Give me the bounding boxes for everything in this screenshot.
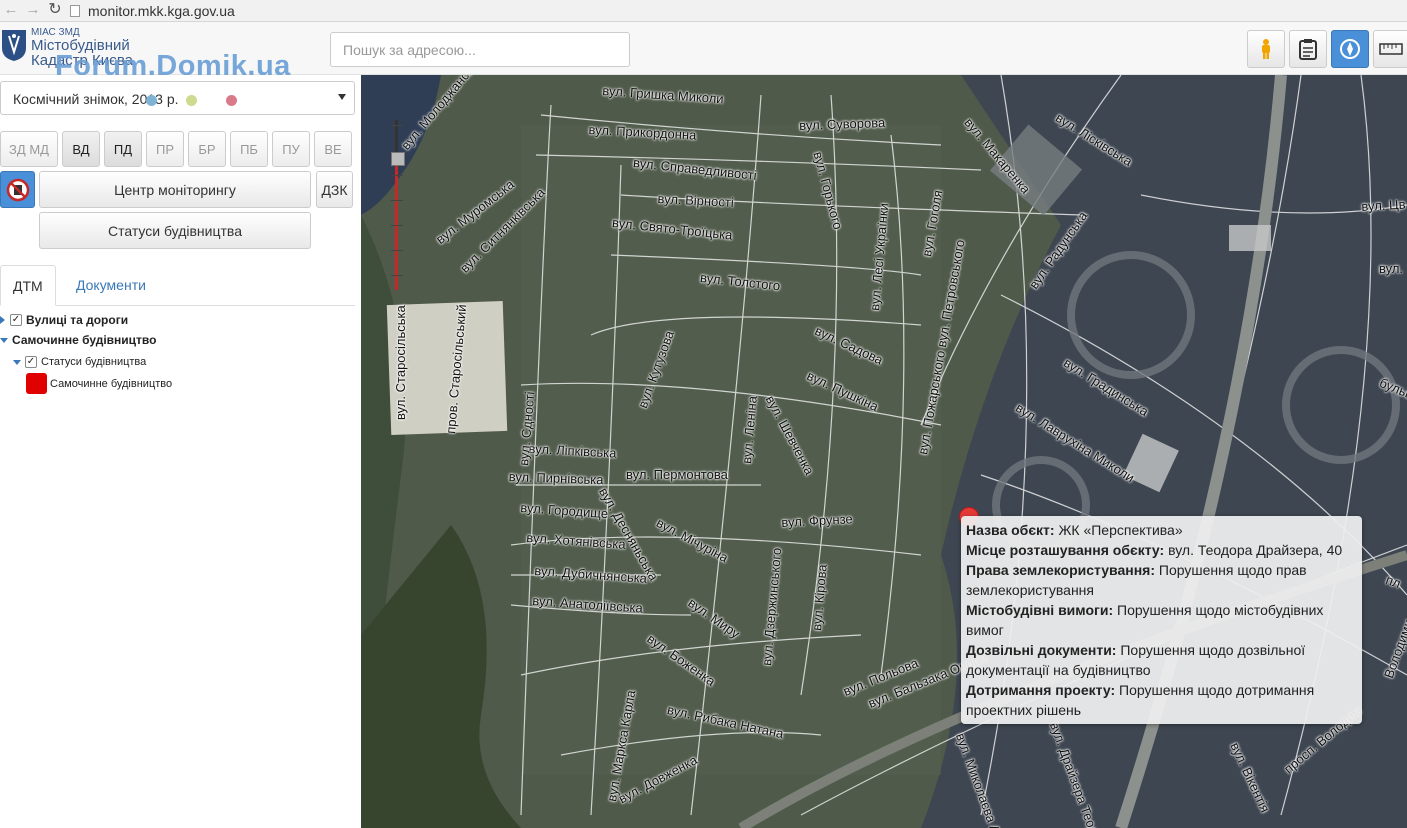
filter-pu[interactable]: ПУ — [272, 131, 310, 167]
zoom-tick — [391, 125, 403, 126]
no-building-icon — [6, 178, 29, 201]
layer-dot-1 — [146, 95, 157, 106]
monitoring-center-button[interactable]: Центр моніторингу — [39, 171, 311, 208]
reload-icon[interactable]: ↻ — [44, 1, 66, 21]
url-text: monitor.mkk.kga.gov.ua — [88, 2, 235, 19]
tree-label-roads: Вулиці та дороги — [26, 313, 129, 327]
filter-ve[interactable]: ВЕ — [314, 131, 352, 167]
popup-row-land-rights: Права землекористування: Порушення щодо … — [966, 562, 1307, 598]
sidebar: Космічний знімок, 2013 р. ЗД МД ВД ПД ПР… — [0, 75, 360, 828]
back-icon[interactable]: ← — [0, 1, 22, 21]
tree-node-illegal[interactable]: Самочинне будівництво — [0, 333, 156, 347]
tree-node-roads[interactable]: ✓ Вулиці та дороги — [0, 313, 128, 327]
object-info-popup: Назва обєкт: ЖК «Перспектива» Місце розт… — [961, 516, 1362, 724]
tree-label-statuses: Статуси будівництва — [41, 356, 147, 368]
legend-label: Самочинне будівництво — [50, 377, 173, 390]
collapse-icon[interactable] — [13, 359, 21, 365]
document-type-filters: ЗД МД ВД ПД ПР БР ПБ ПУ ВЕ — [0, 131, 356, 167]
popup-row-location: Місце розташування обєкту: вул. Теодора … — [966, 542, 1343, 558]
zoom-tick — [391, 250, 403, 251]
zoom-tick — [391, 275, 403, 276]
construction-statuses-button[interactable]: Статуси будівництва — [39, 212, 311, 249]
compass-icon — [1340, 39, 1360, 59]
kyiv-coat-of-arms-icon — [2, 30, 26, 61]
zoom-handle[interactable] — [391, 152, 405, 166]
dzk-button[interactable]: ДЗК — [316, 171, 353, 208]
filter-pd[interactable]: ПД — [104, 131, 142, 167]
map-view[interactable]: вул. Гришка Миколи вул. Прикордонна вул.… — [361, 75, 1407, 828]
tree-node-statuses[interactable]: ✓ Статуси будівництва — [13, 356, 146, 368]
filter-vd[interactable]: ВД — [62, 131, 100, 167]
filter-pb[interactable]: ПБ — [230, 131, 268, 167]
tab-dtm[interactable]: ДТМ — [0, 265, 56, 306]
street-view-button[interactable] — [1247, 30, 1285, 68]
forward-icon[interactable]: → — [22, 1, 44, 21]
tab-documents[interactable]: Документи — [64, 265, 158, 306]
collapse-icon[interactable] — [0, 337, 8, 343]
page-icon — [70, 4, 80, 17]
street-label: вул. — [1379, 261, 1404, 276]
ruler-icon — [1379, 43, 1403, 55]
popup-row-name: Назва обєкт: ЖК «Перспектива» — [966, 522, 1183, 538]
legend-swatch — [26, 373, 47, 394]
legend-item: Самочинне будівництво — [26, 373, 172, 394]
measure-button[interactable] — [1373, 30, 1407, 68]
pegman-icon — [1262, 39, 1270, 59]
navigation-button[interactable] — [1331, 30, 1369, 68]
sidebar-tabs: ДТМ Документи — [0, 265, 355, 306]
layer-dot-3 — [226, 95, 237, 106]
popup-row-permits: Дозвільні документи: Порушення щодо дозв… — [966, 642, 1306, 678]
street-label: вул. Пермонтова — [626, 467, 728, 482]
address-bar[interactable]: monitor.mkk.kga.gov.ua — [70, 1, 235, 21]
zoom-tick — [391, 200, 403, 201]
statuses-checkbox[interactable]: ✓ — [25, 356, 37, 368]
report-button[interactable] — [1289, 30, 1327, 68]
roads-checkbox[interactable]: ✓ — [10, 314, 22, 326]
zoom-level-fill — [395, 165, 398, 290]
app-header: МІАС ЗМД Містобудівний Кадастр Києва For… — [0, 22, 1407, 82]
illegal-construction-toggle[interactable] — [0, 171, 35, 208]
tree-label-illegal: Самочинне будівництво — [12, 333, 157, 347]
base-layer-select[interactable]: Космічний знімок, 2013 р. — [0, 81, 355, 115]
street-label: вул. Суворова — [799, 114, 886, 133]
filter-br[interactable]: БР — [188, 131, 226, 167]
clipboard-icon — [1299, 39, 1317, 60]
street-label: вул. Цв — [1361, 196, 1406, 214]
browser-toolbar: ← → ↻ monitor.mkk.kga.gov.ua — [0, 0, 1407, 22]
zoom-tick — [391, 225, 403, 226]
expand-icon[interactable] — [0, 316, 5, 324]
chevron-down-icon — [338, 94, 346, 100]
street-label: вул. Старосільська — [393, 305, 408, 420]
popup-row-urban-requirements: Містобудівні вимоги: Порушення щодо міст… — [966, 602, 1324, 638]
filter-zd-md[interactable]: ЗД МД — [0, 131, 58, 167]
address-search-input[interactable] — [330, 32, 630, 67]
layer-dot-2 — [186, 95, 197, 106]
filter-pr[interactable]: ПР — [146, 131, 184, 167]
zoom-tick — [391, 175, 403, 176]
popup-row-project-compliance: Дотримання проекту: Порушення щодо дотри… — [966, 682, 1315, 718]
